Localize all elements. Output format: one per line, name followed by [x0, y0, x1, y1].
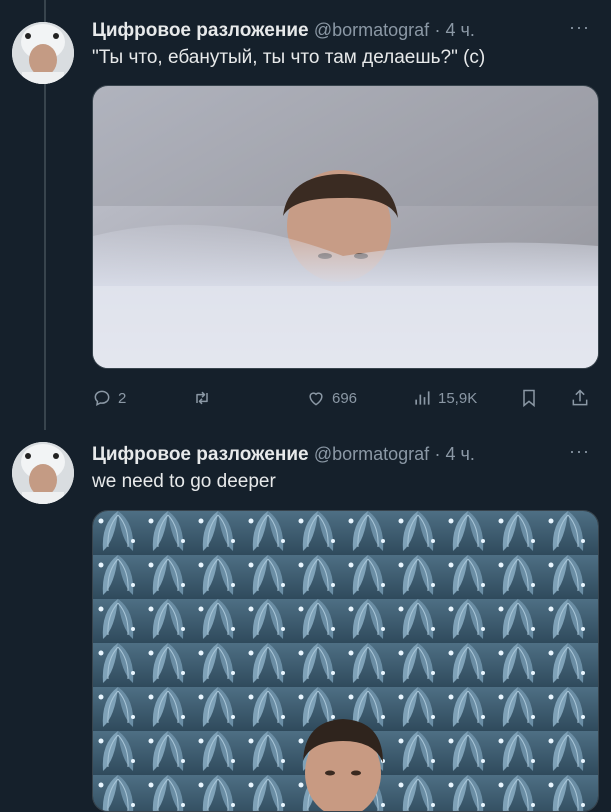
- share-button[interactable]: [570, 385, 590, 411]
- views-count: 15,9K: [438, 389, 478, 407]
- tweet-time[interactable]: · 4 ч.: [434, 444, 474, 464]
- photo-knitted-fabric-icon: [93, 511, 598, 811]
- retweet-button[interactable]: [192, 385, 218, 411]
- tweet-header: Цифровое разложение @bormatograf · 4 ч. …: [92, 15, 602, 42]
- author-handle[interactable]: @bormatograf: [314, 444, 429, 464]
- like-count: 696: [332, 389, 358, 407]
- tweet-1[interactable]: Цифровое разложение @bormatograf · 4 ч. …: [0, 0, 611, 430]
- author-handle[interactable]: @bormatograf: [314, 20, 429, 40]
- reply-icon: [94, 390, 110, 406]
- heart-icon: [309, 392, 323, 406]
- tweet-actions-bar: 2 696 15,9K: [92, 385, 602, 411]
- tweet-time[interactable]: · 4 ч.: [434, 20, 474, 40]
- author-name[interactable]: Цифровое разложение: [92, 444, 309, 465]
- retweet-icon: [196, 391, 208, 405]
- like-button[interactable]: 696: [306, 385, 357, 411]
- tweet-header: Цифровое разложение @bormatograf · 4 ч. …: [92, 439, 602, 466]
- tweet-text: we need to go deeper: [92, 471, 276, 492]
- author-name[interactable]: Цифровое разложение: [92, 20, 309, 41]
- photo-face-peeking-icon: [93, 86, 598, 368]
- bookmark-icon: [523, 389, 535, 408]
- views-button[interactable]: 15,9K: [412, 385, 477, 411]
- author-avatar[interactable]: [12, 22, 74, 84]
- author-avatar[interactable]: [12, 442, 74, 504]
- bookmark-button[interactable]: [519, 385, 539, 411]
- reply-button[interactable]: 2: [92, 385, 126, 411]
- tweet-2[interactable]: Цифровое разложение @bormatograf · 4 ч. …: [0, 430, 611, 812]
- tweet-media-image[interactable]: [92, 510, 599, 812]
- reply-count: 2: [118, 389, 127, 407]
- share-icon: [572, 389, 588, 406]
- views-chart-icon: [415, 391, 430, 405]
- more-options-button[interactable]: ···: [569, 439, 590, 463]
- tweet-media-image[interactable]: [92, 85, 599, 369]
- more-options-button[interactable]: ···: [569, 15, 590, 39]
- tweet-text: "Ты что, ебанутый, ты что там делаешь?" …: [92, 47, 486, 68]
